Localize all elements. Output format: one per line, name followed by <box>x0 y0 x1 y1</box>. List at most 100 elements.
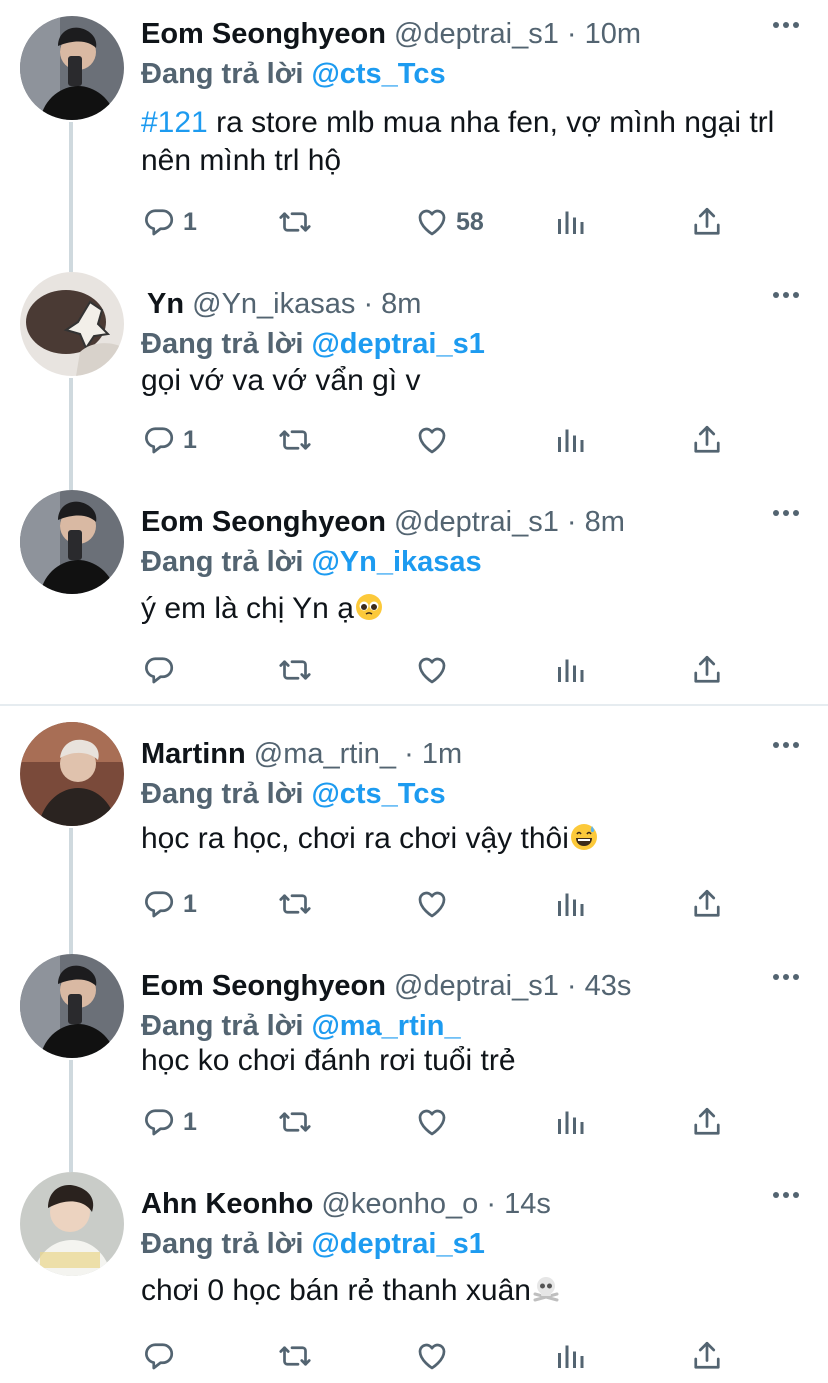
reply-button[interactable]: 1 <box>141 420 197 460</box>
like-count: 58 <box>456 207 484 236</box>
replying-to-mention[interactable]: @Yn_ikasas <box>311 546 481 578</box>
tweet-header: Eom Seonghyeon @deptrai_s1 · 43s <box>141 966 631 1006</box>
hashtag-link[interactable]: #121 <box>141 106 208 139</box>
retweet-button[interactable] <box>277 420 313 460</box>
display-name[interactable]: Eom Seonghyeon <box>141 970 386 1002</box>
like-icon <box>414 1338 450 1374</box>
views-button[interactable] <box>552 1336 588 1376</box>
grinning-sweat-emoji <box>570 824 597 850</box>
skull-crossbones-emoji <box>533 1277 559 1302</box>
tweet-text-body: chơi 0 học bán rẻ thanh xuân <box>141 1274 531 1307</box>
replying-to-mention[interactable]: @deptrai_s1 <box>311 1228 484 1260</box>
like-button[interactable] <box>414 650 450 690</box>
share-button[interactable] <box>689 650 725 690</box>
tweet[interactable]: Eom Seonghyeon @deptrai_s1 · 10m Đang tr… <box>0 0 828 270</box>
share-button[interactable] <box>689 1102 725 1142</box>
tweet-text: chơi 0 học bán rẻ thanh xuân <box>141 1272 781 1310</box>
display-name[interactable]: Yn <box>147 288 184 320</box>
more-icon[interactable] <box>772 740 800 750</box>
like-button[interactable]: 58 <box>414 202 484 242</box>
timestamp[interactable]: 43s <box>585 970 632 1002</box>
separator: · <box>363 288 374 320</box>
like-icon <box>414 204 450 240</box>
tweet-actions: 1 <box>141 1102 741 1142</box>
username[interactable]: @Yn_ikasas <box>192 288 355 320</box>
replying-to: Đang trả lời @ma_rtin_ <box>141 1006 461 1046</box>
username[interactable]: @keonho_o <box>321 1188 478 1220</box>
share-button[interactable] <box>689 884 725 924</box>
retweet-icon <box>277 1338 313 1374</box>
timestamp[interactable]: 1m <box>422 738 462 770</box>
reply-button[interactable]: 1 <box>141 884 197 924</box>
timestamp[interactable]: 8m <box>381 288 421 320</box>
tweet[interactable]: Yn @Yn_ikasas · 8m Đang trả lời @deptrai… <box>0 270 828 488</box>
more-icon[interactable] <box>772 20 800 30</box>
retweet-button[interactable] <box>277 1102 313 1142</box>
tweet-text-body: học ra học, chơi ra chơi vậy thôi <box>141 822 569 855</box>
reply-icon <box>141 422 177 458</box>
avatar[interactable] <box>20 16 124 120</box>
views-button[interactable] <box>552 1102 588 1142</box>
views-icon <box>552 422 588 458</box>
replying-to-mention[interactable]: @ma_rtin_ <box>311 1010 460 1042</box>
share-icon <box>689 204 725 240</box>
tweet-text-body: ra store mlb mua nha fen, vợ mình ngại t… <box>141 106 775 177</box>
replying-to: Đang trả lời @cts_Tcs <box>141 54 446 94</box>
username[interactable]: @deptrai_s1 <box>394 18 559 50</box>
like-button[interactable] <box>414 1336 450 1376</box>
share-button[interactable] <box>689 202 725 242</box>
tweet-text: ý em là chị Yn ạ <box>141 590 781 628</box>
replying-to: Đang trả lời @deptrai_s1 <box>141 1224 485 1264</box>
tweet[interactable]: Martinn @ma_rtin_ · 1m Đang trả lời @cts… <box>0 720 828 952</box>
retweet-button[interactable] <box>277 650 313 690</box>
avatar[interactable] <box>20 272 124 376</box>
tweet[interactable]: Eom Seonghyeon @deptrai_s1 · 43s Đang tr… <box>0 952 828 1170</box>
tweet[interactable]: Ahn Keonho @keonho_o · 14s Đang trả lời … <box>0 1170 828 1383</box>
username[interactable]: @ma_rtin_ <box>254 738 396 770</box>
more-icon[interactable] <box>772 508 800 518</box>
replying-to-mention[interactable]: @cts_Tcs <box>311 778 445 810</box>
avatar[interactable] <box>20 490 124 594</box>
username[interactable]: @deptrai_s1 <box>394 970 559 1002</box>
like-icon <box>414 422 450 458</box>
username[interactable]: @deptrai_s1 <box>394 506 559 538</box>
timestamp[interactable]: 14s <box>504 1188 551 1220</box>
like-button[interactable] <box>414 1102 450 1142</box>
replying-to-mention[interactable]: @cts_Tcs <box>311 58 445 90</box>
more-icon[interactable] <box>772 972 800 982</box>
display-name[interactable]: Ahn Keonho <box>141 1188 313 1220</box>
display-name[interactable]: Eom Seonghyeon <box>141 506 386 538</box>
more-icon[interactable] <box>772 290 800 300</box>
more-icon[interactable] <box>772 1190 800 1200</box>
replying-to: Đang trả lời @deptrai_s1 <box>141 324 485 364</box>
reply-button[interactable] <box>141 1336 177 1376</box>
display-name[interactable]: Martinn <box>141 738 246 770</box>
timestamp[interactable]: 10m <box>585 18 641 50</box>
avatar[interactable] <box>20 722 124 826</box>
views-button[interactable] <box>552 420 588 460</box>
display-name[interactable]: Eom Seonghyeon <box>141 18 386 50</box>
views-button[interactable] <box>552 884 588 924</box>
retweet-button[interactable] <box>277 884 313 924</box>
reply-icon <box>141 1104 177 1140</box>
retweet-button[interactable] <box>277 1336 313 1376</box>
views-button[interactable] <box>552 650 588 690</box>
reply-button[interactable]: 1 <box>141 202 197 242</box>
share-button[interactable] <box>689 420 725 460</box>
timestamp[interactable]: 8m <box>585 506 625 538</box>
reply-button[interactable] <box>141 650 177 690</box>
replying-to-mention[interactable]: @deptrai_s1 <box>311 328 484 360</box>
like-button[interactable] <box>414 420 450 460</box>
tweet-actions: 1 <box>141 420 741 460</box>
like-button[interactable] <box>414 884 450 924</box>
tweet-text: học ko chơi đánh rơi tuổi trẻ <box>141 1044 516 1077</box>
reply-icon <box>141 1338 177 1374</box>
share-button[interactable] <box>689 1336 725 1376</box>
retweet-button[interactable] <box>277 202 313 242</box>
reply-button[interactable]: 1 <box>141 1102 197 1142</box>
reply-icon <box>141 204 177 240</box>
tweet[interactable]: Eom Seonghyeon @deptrai_s1 · 8m Đang trả… <box>0 488 828 704</box>
avatar[interactable] <box>20 1172 124 1276</box>
views-button[interactable] <box>552 202 588 242</box>
avatar[interactable] <box>20 954 124 1058</box>
